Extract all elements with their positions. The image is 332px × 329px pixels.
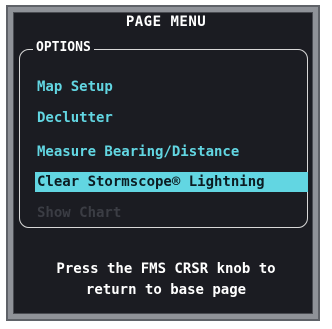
menu-item-clear-stormscope-lightning[interactable]: Clear Stormscope® Lightning — [35, 172, 308, 192]
page-title: PAGE MENU — [125, 14, 207, 30]
menu-item-measure-bearing-distance[interactable]: Measure Bearing/Distance — [37, 142, 239, 162]
help-text-line-2: return to base page — [85, 282, 247, 298]
menu-item-declutter[interactable]: Declutter — [37, 108, 113, 128]
options-group-label: OPTIONS — [33, 40, 94, 55]
options-group-box — [19, 49, 308, 228]
menu-item-show-chart: Show Chart — [37, 205, 122, 221]
help-text-line-1: Press the FMS CRSR knob to — [56, 261, 276, 277]
menu-item-map-setup[interactable]: Map Setup — [37, 77, 113, 97]
